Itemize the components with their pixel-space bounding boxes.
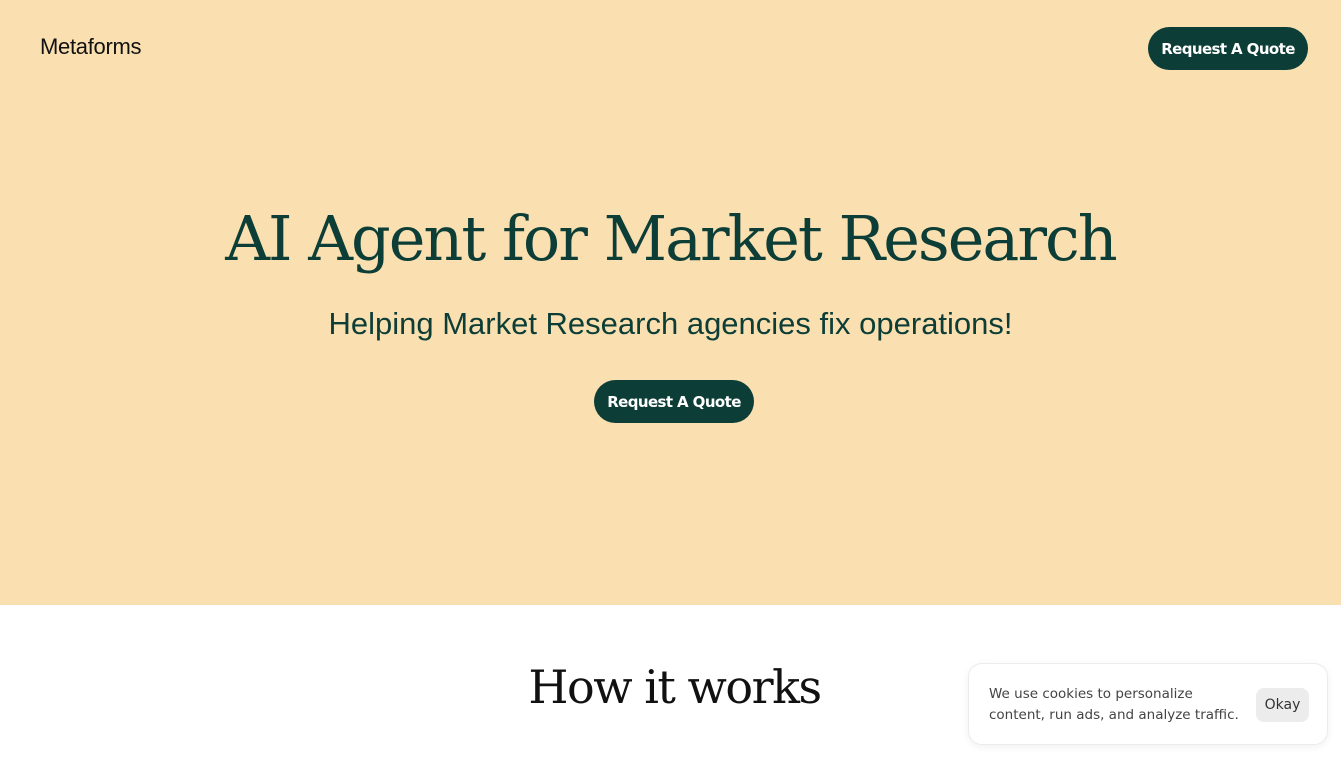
hero-subtitle: Helping Market Research agencies fix ope… bbox=[328, 306, 1013, 341]
cookie-banner: We use cookies to personalize content, r… bbox=[968, 663, 1328, 745]
nav-request-quote-button[interactable]: Request A Quote bbox=[1148, 27, 1308, 70]
brand-logo[interactable]: Metaforms bbox=[40, 34, 142, 60]
cookie-accept-button[interactable]: Okay bbox=[1256, 688, 1309, 722]
hero-section: Metaforms Request A Quote AI Agent for M… bbox=[0, 0, 1341, 605]
hero-title: AI Agent for Market Research bbox=[225, 202, 1117, 275]
hero-request-quote-button[interactable]: Request A Quote bbox=[594, 380, 754, 423]
cookie-message: We use cookies to personalize content, r… bbox=[989, 686, 1239, 723]
